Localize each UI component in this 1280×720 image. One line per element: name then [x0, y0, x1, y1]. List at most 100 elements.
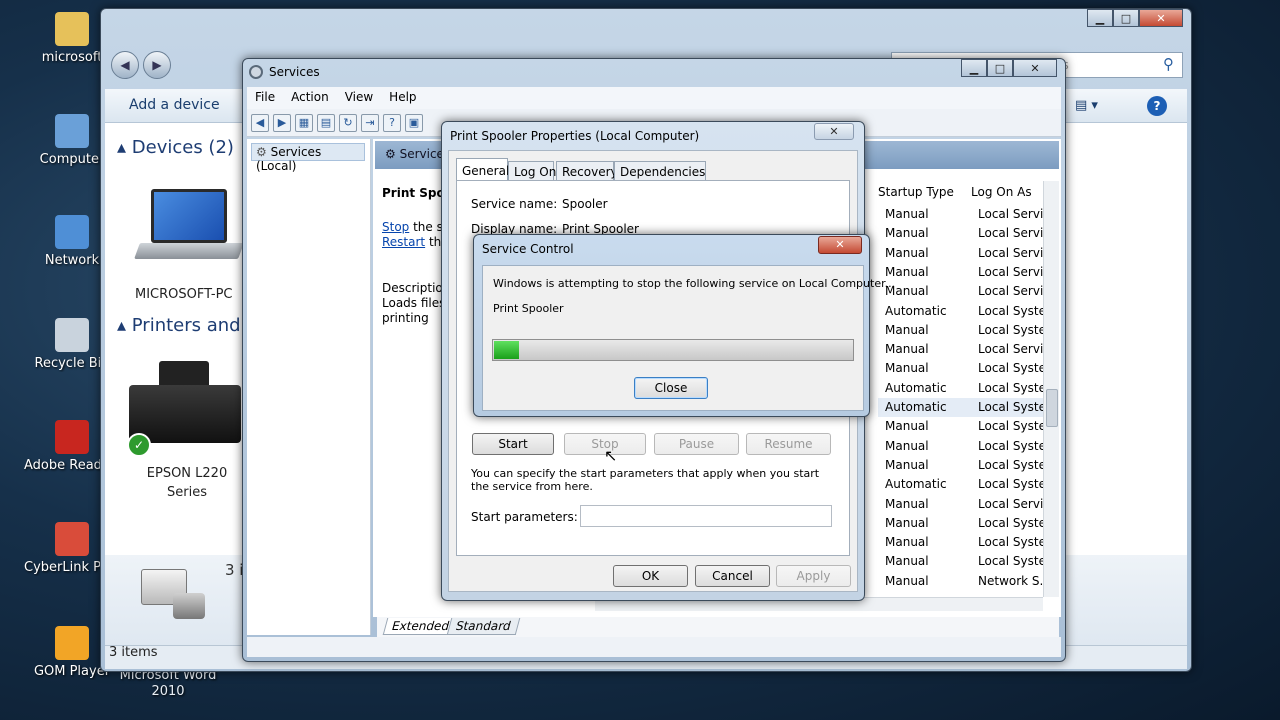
back-button[interactable]: ◀ [111, 51, 139, 79]
printer-label: EPSON L220 Series [146, 466, 228, 500]
start-service-button[interactable]: Start [472, 433, 554, 455]
toolbar-properties-icon[interactable]: ▤ [317, 113, 335, 132]
table-row[interactable]: ManualLocal Service [878, 495, 1048, 514]
table-row[interactable]: ManualLocal Service [878, 282, 1048, 301]
table-row[interactable]: Automatic Local Syste... [878, 475, 1048, 494]
log-on-as-cell: Local Syste... [978, 554, 1048, 569]
log-on-as-cell: Local Service [978, 245, 1048, 260]
service-control-close-icon[interactable]: ✕ [818, 236, 862, 254]
start-params-note: You can specify the start parameters tha… [471, 467, 820, 493]
table-row[interactable]: Manual Local Syste... [878, 456, 1048, 475]
log-on-as-cell: Local Service [978, 496, 1048, 511]
help-icon[interactable]: ? [1147, 96, 1167, 116]
table-row[interactable]: Manual Local Syste... [878, 533, 1048, 552]
table-row[interactable]: Manual Local Syste... [878, 359, 1048, 378]
table-row[interactable]: ManualLocal Service [878, 340, 1048, 359]
startup-type-cell: Manual [885, 245, 929, 260]
start-params-input[interactable] [580, 505, 832, 527]
table-row[interactable]: Automatic Local Syste... [878, 302, 1048, 321]
table-row[interactable]: ManualLocal Service [878, 224, 1048, 243]
table-row[interactable]: Manual Local Syste... [878, 514, 1048, 533]
table-row[interactable]: Manual Network S... [878, 572, 1048, 591]
search-icon[interactable]: ⚲ [1163, 55, 1174, 73]
log-on-as-cell: Local Syste... [978, 322, 1048, 337]
toolbar-refresh-icon[interactable]: ↻ [339, 113, 357, 132]
startup-type-cell: Manual [885, 535, 929, 550]
default-printer-check-icon: ✓ [127, 433, 151, 457]
restart-service-link[interactable]: Restart [382, 235, 425, 249]
startup-type-cell: Automatic [885, 303, 947, 318]
table-row[interactable]: Manual Local Service [878, 244, 1048, 263]
powerdvd-icon [55, 522, 89, 556]
minimize-icon[interactable]: ▁ [1087, 9, 1113, 27]
toolbar-view-icon[interactable]: ▣ [405, 113, 423, 132]
table-row[interactable]: Manual Local Syste... [878, 552, 1048, 571]
ok-button[interactable]: OK [613, 565, 688, 587]
tree-item-services-local[interactable]: ⚙ Services (Local) [251, 143, 365, 173]
log-on-as-cell: Local Syste... [978, 457, 1048, 472]
stop-progress-fill [494, 341, 519, 359]
cancel-button[interactable]: Cancel [695, 565, 770, 587]
toolbar-help-icon[interactable]: ? [383, 113, 401, 132]
menu-help[interactable]: Help [381, 87, 424, 109]
log-on-as-cell: Local Syste... [978, 400, 1048, 414]
toolbar-back-icon[interactable]: ◀ [251, 113, 269, 132]
close-icon[interactable]: ✕ [1139, 9, 1183, 27]
menu-file[interactable]: File [247, 87, 283, 109]
tab-log-on[interactable]: Log On [508, 161, 556, 181]
table-row[interactable]: Manual Local Syste... [878, 321, 1048, 340]
table-row[interactable]: ManualLocal Service [878, 263, 1048, 282]
table-row[interactable]: ManualLocal Service [878, 205, 1048, 224]
properties-close-icon[interactable]: ✕ [814, 123, 854, 140]
startup-type-cell: Manual [885, 457, 929, 472]
details-devices-icon [129, 565, 209, 625]
services-close-icon[interactable]: ✕ [1013, 59, 1057, 77]
services-minimize-icon[interactable]: ▁ [961, 59, 987, 77]
tab-dependencies[interactable]: Dependencies [614, 161, 706, 181]
startup-type-cell: Manual [885, 226, 929, 241]
bottom-tabs: Extended Standard [377, 617, 1059, 637]
pause-service-button[interactable]: Pause [654, 433, 739, 455]
resume-service-button[interactable]: Resume [746, 433, 831, 455]
startup-type-cell: Manual [885, 322, 929, 337]
tab-recovery[interactable]: Recovery [556, 161, 618, 181]
table-row[interactable]: Automatic Local Syste... [878, 379, 1048, 398]
vertical-scrollbar[interactable] [1043, 181, 1059, 597]
menu-view[interactable]: View [337, 87, 381, 109]
log-on-as-cell: Network S... [978, 573, 1048, 588]
column-startup-type[interactable]: Startup Type [878, 185, 954, 199]
toolbar-forward-icon[interactable]: ▶ [273, 113, 291, 132]
startup-type-cell: Manual [885, 573, 929, 588]
tab-standard[interactable]: Standard [446, 618, 520, 635]
service-control-close-button[interactable]: Close [634, 377, 708, 399]
services-title: Services [269, 65, 320, 79]
services-maximize-icon[interactable]: □ [987, 59, 1013, 77]
startup-type-cell: Manual [885, 554, 929, 569]
stop-service-link[interactable]: Stop [382, 220, 409, 234]
desktop-label-word[interactable]: Microsoft Word 2010 [118, 668, 218, 700]
laptop-icon[interactable] [133, 189, 244, 261]
table-row[interactable]: Manual Local Syste... [878, 437, 1048, 456]
table-row[interactable]: Manual Local Syste... [878, 417, 1048, 436]
adobe-reader-icon [55, 420, 89, 454]
view-options-icon[interactable]: ▤ ▾ [1075, 98, 1098, 113]
column-log-on-as[interactable]: Log On As [971, 185, 1032, 199]
tab-general[interactable]: General [456, 158, 509, 181]
scroll-thumb[interactable] [1046, 389, 1058, 427]
folder-icon [55, 12, 89, 46]
services-status-bar [247, 637, 1061, 657]
log-on-as-cell: Local Syste... [978, 438, 1048, 453]
properties-title: Print Spooler Properties (Local Computer… [450, 129, 700, 143]
toolbar-console-tree-icon[interactable]: ▦ [295, 113, 313, 132]
toolbar-export-icon[interactable]: ⇥ [361, 113, 379, 132]
log-on-as-cell: Local Service [978, 207, 1048, 221]
forward-button[interactable]: ▶ [143, 51, 171, 79]
menu-action[interactable]: Action [283, 87, 337, 109]
table-row[interactable]: Automatic Local Syste... [878, 398, 1048, 418]
add-device-button[interactable]: Add a device [129, 97, 220, 113]
log-on-as-cell: Local Syste... [978, 535, 1048, 550]
printer-icon[interactable]: ✓ [127, 361, 241, 457]
apply-button[interactable]: Apply [776, 565, 851, 587]
service-control-title: Service Control [482, 242, 574, 256]
maximize-icon[interactable]: □ [1113, 9, 1139, 27]
